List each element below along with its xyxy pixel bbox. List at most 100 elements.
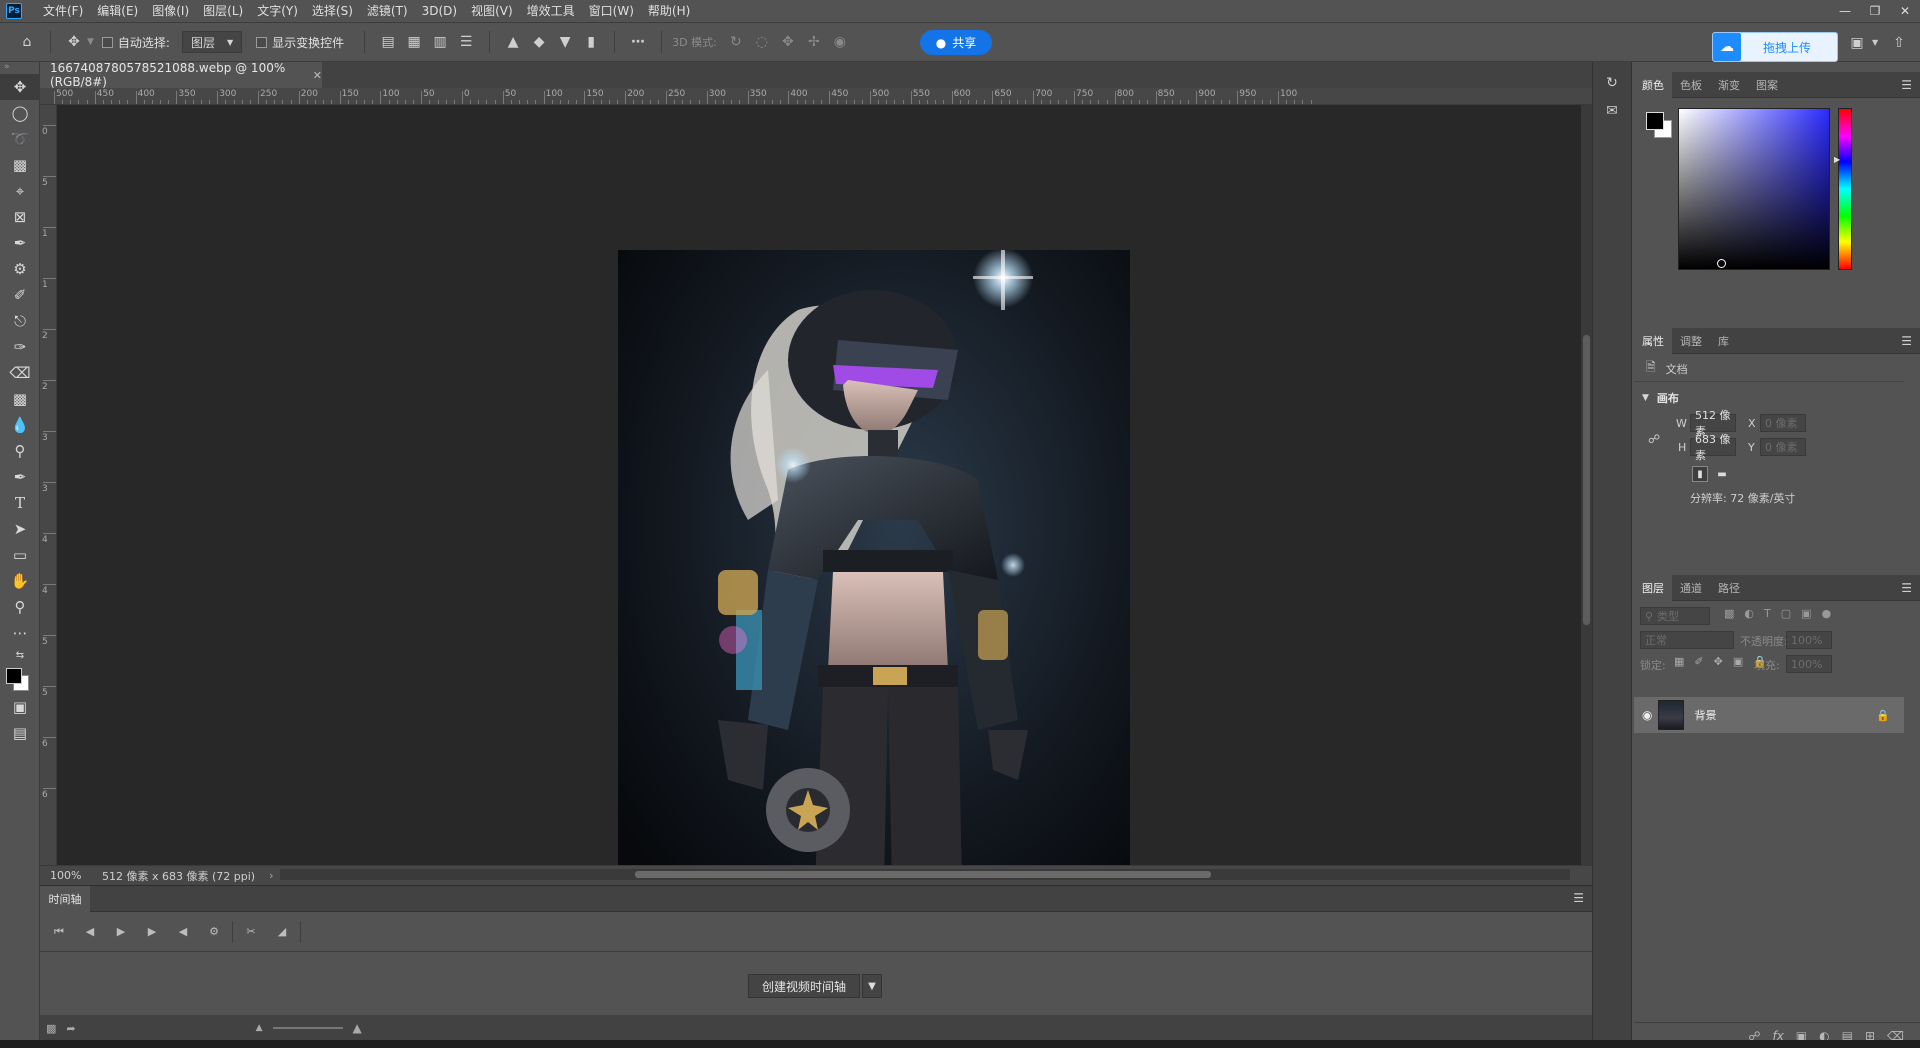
- more-options-icon[interactable]: ⋯: [625, 29, 651, 55]
- vertical-scrollbar[interactable]: [1581, 105, 1592, 865]
- collapse-icon[interactable]: »: [0, 62, 39, 74]
- menu-filter[interactable]: 滤镜(T): [360, 0, 415, 22]
- chevron-down-icon[interactable]: ▼: [1872, 38, 1878, 47]
- hue-handle[interactable]: ▶: [1834, 155, 1840, 164]
- opacity-field[interactable]: 100%: [1786, 631, 1832, 649]
- history-brush-tool-icon[interactable]: ✑: [0, 334, 40, 360]
- create-video-timeline-button[interactable]: 创建视频时间轴: [748, 974, 860, 998]
- brush-tool-icon[interactable]: ✐: [0, 282, 40, 308]
- menu-type[interactable]: 文字(Y): [250, 0, 305, 22]
- history-icon[interactable]: ↻: [1599, 70, 1625, 96]
- document-info[interactable]: 512 像素 x 683 像素 (72 ppi): [102, 868, 255, 884]
- marquee-tool-icon[interactable]: ◯: [0, 100, 40, 126]
- lock-pixels-icon[interactable]: ✐: [1694, 655, 1703, 668]
- timeline-zoom-slider[interactable]: [272, 1027, 343, 1029]
- convert-icon[interactable]: ➦: [66, 1022, 75, 1035]
- tab-patterns[interactable]: 图案: [1748, 72, 1786, 98]
- workspace-icon[interactable]: ▣: [1844, 30, 1870, 56]
- frames-icon[interactable]: ▩: [46, 1022, 56, 1035]
- more-tools-icon[interactable]: ⋯: [0, 620, 40, 646]
- menu-edit[interactable]: 编辑(E): [90, 0, 145, 22]
- distribute-vertical-icon[interactable]: ☰: [453, 29, 479, 55]
- drag-upload-button[interactable]: ☁ 拖拽上传: [1712, 32, 1838, 62]
- prev-frame-icon[interactable]: ◀: [77, 919, 103, 945]
- timeline-tab[interactable]: 时间轴: [40, 886, 90, 912]
- move-tool-icon[interactable]: ✥: [61, 29, 87, 55]
- canvas-height-field[interactable]: 683 像素: [1690, 433, 1736, 462]
- chevron-right-icon[interactable]: ›: [269, 869, 273, 882]
- align-bottom-icon[interactable]: ▼: [552, 29, 578, 55]
- 3d-rotate-icon[interactable]: ↻: [723, 29, 749, 55]
- play-icon[interactable]: ▶: [108, 919, 134, 945]
- blur-tool-icon[interactable]: 💧: [0, 412, 40, 438]
- lock-transparency-icon[interactable]: ▦: [1674, 655, 1684, 668]
- menu-plugins[interactable]: 增效工具: [520, 0, 582, 22]
- hue-slider[interactable]: ▶: [1834, 108, 1852, 270]
- transition-icon[interactable]: ◢: [269, 919, 295, 945]
- 3d-pan-icon[interactable]: ✥: [775, 29, 801, 55]
- dodge-tool-icon[interactable]: ⚲: [0, 438, 40, 464]
- eraser-tool-icon[interactable]: ⌫: [0, 360, 40, 386]
- crop-tool-icon[interactable]: ⌖: [0, 178, 40, 204]
- export-icon[interactable]: ⇧: [1886, 30, 1912, 56]
- zoom-level[interactable]: 100%: [50, 869, 100, 882]
- blend-mode-dropdown[interactable]: 正常: [1640, 631, 1734, 649]
- type-filter-icon[interactable]: T: [1764, 607, 1771, 620]
- distribute-horizontal-icon[interactable]: ▮: [578, 29, 604, 55]
- portrait-orientation-icon[interactable]: ▮: [1692, 466, 1708, 482]
- pen-tool-icon[interactable]: ✒: [0, 464, 40, 490]
- stamp-tool-icon[interactable]: ⎋: [0, 308, 40, 334]
- landscape-orientation-icon[interactable]: ▬: [1714, 466, 1730, 482]
- tab-adjustments[interactable]: 调整: [1672, 328, 1710, 354]
- home-icon[interactable]: ⌂: [14, 29, 40, 55]
- zoom-in-icon[interactable]: ▲: [353, 1021, 362, 1035]
- tab-swatches[interactable]: 色板: [1672, 72, 1710, 98]
- menu-select[interactable]: 选择(S): [305, 0, 360, 22]
- type-tool-icon[interactable]: T: [0, 490, 40, 516]
- gradient-tool-icon[interactable]: ▩: [0, 386, 40, 412]
- quick-mask-icon[interactable]: ▣: [0, 694, 40, 720]
- panel-menu-icon[interactable]: ☰: [1901, 581, 1912, 595]
- spot-heal-tool-icon[interactable]: ⚙: [0, 256, 40, 282]
- tab-libraries[interactable]: 库: [1710, 328, 1737, 354]
- lasso-tool-icon[interactable]: ➰: [0, 126, 40, 152]
- panel-menu-icon[interactable]: ☰: [1901, 334, 1912, 348]
- zoom-out-icon[interactable]: ▲: [256, 1023, 263, 1033]
- menu-help[interactable]: 帮助(H): [641, 0, 697, 22]
- color-picker-field[interactable]: [1678, 108, 1830, 270]
- canvas-section-header[interactable]: ▼ 画布: [1642, 390, 1679, 406]
- color-swatches[interactable]: [0, 664, 40, 694]
- canvas-width-field[interactable]: 512 像素: [1690, 409, 1736, 438]
- foreground-color-swatch[interactable]: [1646, 112, 1664, 130]
- layer-filter-dropdown[interactable]: ⚲ 类型: [1640, 607, 1710, 625]
- close-icon[interactable]: ✕: [1890, 0, 1920, 22]
- eye-icon[interactable]: ◉: [1642, 708, 1652, 722]
- 3d-camera-icon[interactable]: ◉: [827, 29, 853, 55]
- menu-3d[interactable]: 3D(D): [415, 0, 464, 22]
- horizontal-scrollbar[interactable]: [280, 869, 1570, 880]
- chevron-down-icon[interactable]: ▼: [862, 974, 882, 998]
- tab-properties[interactable]: 属性: [1634, 327, 1672, 354]
- object-select-tool-icon[interactable]: ▩: [0, 152, 40, 178]
- layer-row-background[interactable]: ◉ 背景 🔒: [1634, 697, 1904, 733]
- lock-position-icon[interactable]: ✥: [1714, 655, 1723, 668]
- comments-icon[interactable]: ✉: [1599, 98, 1625, 124]
- tab-gradients[interactable]: 渐变: [1710, 72, 1748, 98]
- frame-tool-icon[interactable]: ⊠: [0, 204, 40, 230]
- minimize-icon[interactable]: —: [1830, 0, 1860, 22]
- shape-filter-icon[interactable]: ▢: [1781, 607, 1791, 620]
- show-transform-checkbox[interactable]: [256, 36, 268, 48]
- align-right-icon[interactable]: ▥: [427, 29, 453, 55]
- menu-window[interactable]: 窗口(W): [582, 0, 641, 22]
- document-image[interactable]: [618, 250, 1130, 865]
- tab-paths[interactable]: 路径: [1710, 575, 1748, 601]
- menu-view[interactable]: 视图(V): [464, 0, 520, 22]
- align-hcenter-icon[interactable]: ▦: [401, 29, 427, 55]
- go-first-frame-icon[interactable]: ⏮: [46, 919, 72, 945]
- zoom-tool-icon[interactable]: ⚲: [0, 594, 40, 620]
- auto-select-checkbox[interactable]: [101, 36, 113, 48]
- align-top-icon[interactable]: ▲: [500, 29, 526, 55]
- move-tool-icon[interactable]: ✥: [0, 74, 40, 100]
- align-left-icon[interactable]: ▤: [375, 29, 401, 55]
- screen-mode-icon[interactable]: ▤: [0, 720, 40, 746]
